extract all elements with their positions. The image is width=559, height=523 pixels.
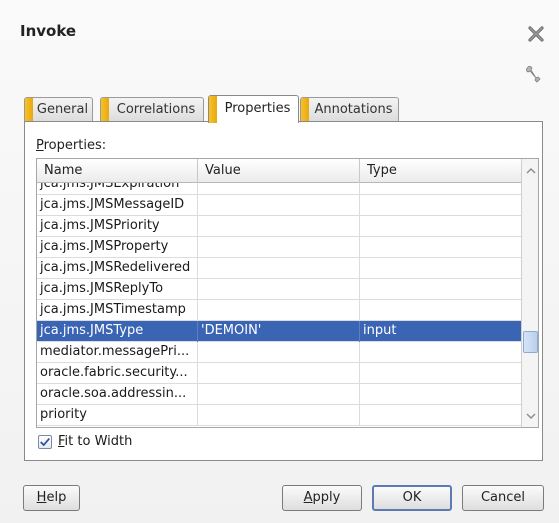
cell-type <box>360 237 521 258</box>
tab-accent-stripe <box>209 96 217 123</box>
cell-value[interactable] <box>198 300 360 321</box>
cell-name: jca.jms.JMSTimestamp <box>37 300 198 321</box>
cell-value[interactable] <box>198 405 360 426</box>
cell-value[interactable]: 'DEMOIN' <box>198 321 360 342</box>
tab-label: Correlations <box>116 102 196 117</box>
cell-value[interactable] <box>198 342 360 363</box>
cell-type <box>360 384 521 405</box>
checkmark-icon <box>40 438 50 447</box>
fit-to-width-label[interactable]: Fit to Width <box>58 434 132 449</box>
cell-value[interactable] <box>198 195 360 216</box>
table-body: jca.jms.JMSExpiration jca.jms.JMSMessage… <box>37 183 521 427</box>
tab-accent-stripe <box>25 98 33 122</box>
tab-label: Properties <box>224 101 291 116</box>
cell-value[interactable] <box>198 363 360 384</box>
cell-type <box>360 216 521 237</box>
label-rest: it to Width <box>64 434 133 449</box>
table-row[interactable]: jca.jms.JMSProperty <box>37 237 521 258</box>
table-row[interactable]: jca.jms.JMSReplyTo <box>37 279 521 300</box>
button-label-rest: pply <box>312 490 341 505</box>
table-row[interactable]: priority <box>37 405 521 426</box>
column-header-name[interactable]: Name <box>37 159 198 183</box>
table-row[interactable]: jca.jms.JMSTimestamp <box>37 300 521 321</box>
dialog-title: Invoke <box>20 22 77 40</box>
cell-name: priority <box>37 405 198 426</box>
table-row[interactable]: mediator.messagePri... <box>37 342 521 363</box>
cell-value[interactable] <box>198 258 360 279</box>
table-row[interactable]: oracle.soa.addressin... <box>37 384 521 405</box>
vertical-scrollbar[interactable] <box>521 159 538 427</box>
cell-name: jca.jms.JMSExpiration <box>37 183 198 195</box>
fit-to-width-checkbox[interactable] <box>38 435 52 449</box>
table-row-selected[interactable]: jca.jms.JMSType 'DEMOIN' input <box>37 321 521 342</box>
tab-annotations[interactable]: Annotations <box>300 97 399 122</box>
cell-value[interactable] <box>198 216 360 237</box>
cell-name: jca.jms.JMSProperty <box>37 237 198 258</box>
cell-type <box>360 183 521 195</box>
help-button[interactable]: Help <box>23 485 80 511</box>
tab-general[interactable]: General <box>24 97 93 122</box>
cell-name: jca.jms.JMSReplyTo <box>37 279 198 300</box>
cell-name: jca.jms.JMSType <box>37 321 198 342</box>
cell-type <box>360 405 521 426</box>
cell-value[interactable] <box>198 183 360 195</box>
properties-table: Name Value Type jca.jms.JMSExpiration jc… <box>36 158 539 428</box>
cell-type <box>360 258 521 279</box>
close-icon[interactable] <box>528 26 544 42</box>
invoke-dialog: Invoke General Correlations Properties A… <box>0 0 559 523</box>
scrollbar-thumb[interactable] <box>523 331 538 353</box>
cell-name: jca.jms.JMSRedelivered <box>37 258 198 279</box>
mnemonic: A <box>303 490 313 505</box>
cell-type <box>360 195 521 216</box>
scroll-up-icon[interactable] <box>525 166 537 176</box>
tab-accent-stripe <box>301 98 309 122</box>
tab-bar: General Correlations Properties Annotati… <box>24 95 544 123</box>
label-rest: roperties: <box>43 138 107 153</box>
cell-type <box>360 300 521 321</box>
cell-type <box>360 363 521 384</box>
apply-button[interactable]: Apply <box>282 485 362 511</box>
column-header-value[interactable]: Value <box>198 159 360 183</box>
table-row[interactable]: jca.jms.JMSPriority <box>37 216 521 237</box>
table-row[interactable]: oracle.fabric.security... <box>37 363 521 384</box>
tab-accent-stripe <box>101 98 109 122</box>
cell-value[interactable] <box>198 237 360 258</box>
table-row[interactable]: jca.jms.JMSExpiration <box>37 183 521 195</box>
cell-name: mediator.messagePri... <box>37 342 198 363</box>
table-row[interactable]: jca.jms.JMSRedelivered <box>37 258 521 279</box>
mnemonic: H <box>36 490 47 505</box>
tab-properties[interactable]: Properties <box>208 95 299 123</box>
tab-label: General <box>36 102 89 117</box>
cell-type <box>360 279 521 300</box>
button-label-rest: elp <box>46 490 67 505</box>
ok-button[interactable]: OK <box>372 485 452 511</box>
cell-value[interactable] <box>198 279 360 300</box>
wrench-icon[interactable] <box>524 64 544 84</box>
column-header-type[interactable]: Type <box>360 159 521 183</box>
properties-label: Properties: <box>36 138 106 153</box>
table-row[interactable]: jca.jms.JMSMessageID <box>37 195 521 216</box>
cell-name: jca.jms.JMSPriority <box>37 216 198 237</box>
tab-label: Annotations <box>314 102 393 117</box>
cell-name: jca.jms.JMSMessageID <box>37 195 198 216</box>
cell-type <box>360 342 521 363</box>
cell-name: oracle.fabric.security... <box>37 363 198 384</box>
mnemonic: P <box>36 138 44 153</box>
tab-correlations[interactable]: Correlations <box>100 97 204 122</box>
cell-name: oracle.soa.addressin... <box>37 384 198 405</box>
cancel-button[interactable]: Cancel <box>462 485 544 511</box>
scroll-down-icon[interactable] <box>525 411 537 421</box>
cell-type: input <box>363 323 397 338</box>
table-header: Name Value Type <box>37 159 521 183</box>
cell-value[interactable] <box>198 384 360 405</box>
